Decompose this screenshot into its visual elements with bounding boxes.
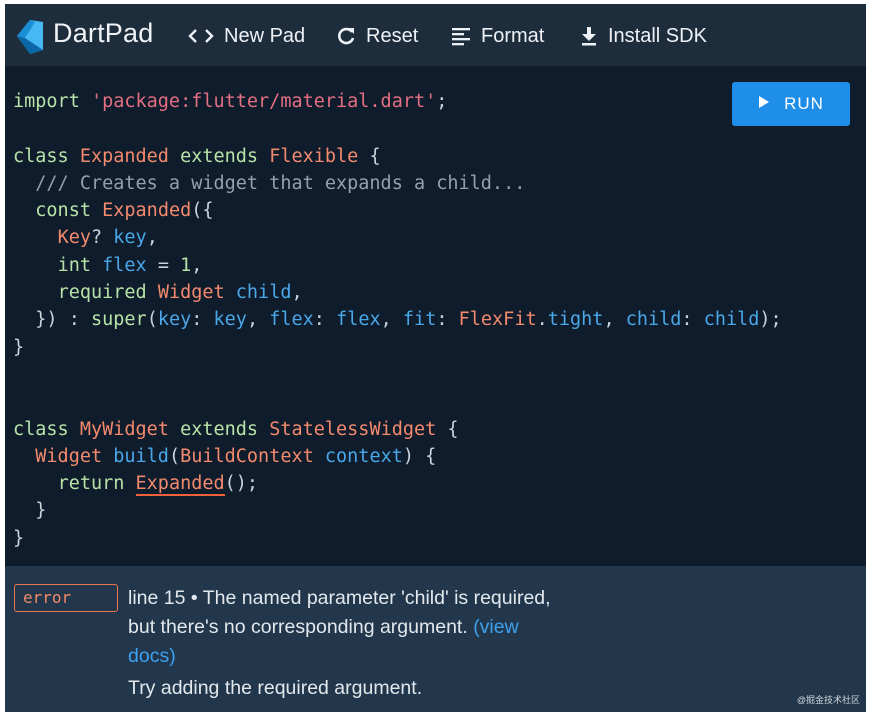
error-badge[interactable]: error: [14, 584, 118, 612]
error-message-text: but there's no corresponding argument.: [128, 616, 468, 638]
watermark: @掘金技术社区: [796, 695, 860, 705]
error-message-line: but there's no corresponding argument. (…: [128, 613, 568, 671]
code-brackets-icon: [188, 27, 214, 45]
code-line: class Expanded extends Flexible {: [13, 145, 381, 167]
code-line: import 'package:flutter/material.dart';: [13, 91, 448, 112]
code-line: class MyWidget extends StatelessWidget {: [13, 418, 459, 440]
new-pad-button[interactable]: New Pad: [188, 24, 305, 48]
format-lines-icon: [451, 26, 471, 46]
error-message: line 15 • The named parameter 'child' is…: [128, 584, 568, 671]
code-line: }: [13, 336, 25, 358]
toolbar: DartPad New Pad Reset Format Install SDK: [5, 4, 866, 66]
new-pad-label: New Pad: [224, 24, 306, 47]
code-line: int flex = 1,: [57, 254, 203, 276]
format-label: Format: [481, 24, 545, 47]
code-line: const Expanded({: [35, 200, 214, 222]
code-line: Key? key,: [57, 227, 158, 249]
dart-logo-icon: [17, 20, 43, 54]
format-button[interactable]: Format: [451, 24, 544, 48]
error-message-line: line 15 • The named parameter 'child' is…: [128, 587, 551, 609]
problems-panel: error line 15 • The named parameter 'chi…: [5, 566, 866, 712]
code-line: required Widget child,: [57, 282, 303, 304]
code-line: return Expanded();: [57, 473, 259, 497]
install-sdk-label: Install SDK: [608, 24, 707, 47]
error-underline[interactable]: Expanded: [135, 473, 225, 497]
code-line: }) : super(key: key, flex: flex, fit: Fl…: [35, 309, 782, 331]
download-icon: [580, 26, 598, 46]
code-line: }: [13, 527, 25, 549]
run-button[interactable]: RUN: [732, 82, 850, 126]
run-label: RUN: [784, 94, 824, 113]
reset-button[interactable]: Reset: [336, 24, 418, 48]
code-line: /// Creates a widget that expands a chil…: [35, 172, 526, 194]
error-hint: Try adding the required argument.: [128, 677, 423, 699]
code-line: Widget build(BuildContext context) {: [35, 445, 437, 467]
dartpad-window: DartPad New Pad Reset Format Install SDK: [5, 4, 866, 712]
code-line: }: [35, 500, 47, 522]
code-editor[interactable]: import 'package:flutter/material.dart'; …: [5, 66, 866, 566]
play-icon: [758, 94, 770, 114]
refresh-icon: [336, 26, 356, 46]
app-title: DartPad: [53, 18, 154, 48]
code-content[interactable]: import 'package:flutter/material.dart'; …: [13, 88, 782, 552]
install-sdk-button[interactable]: Install SDK: [580, 24, 707, 48]
reset-label: Reset: [366, 24, 419, 47]
